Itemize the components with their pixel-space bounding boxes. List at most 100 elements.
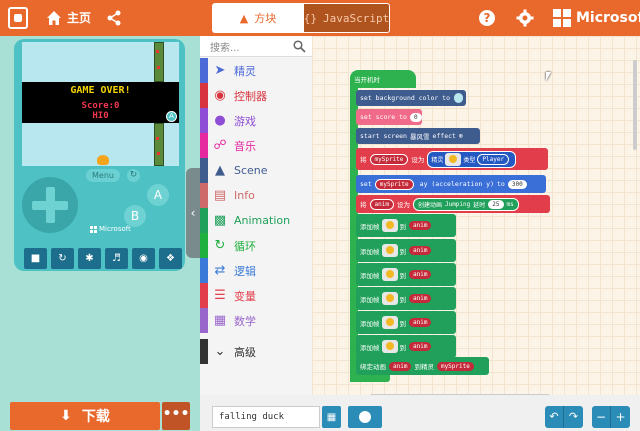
frame-image-icon[interactable] — [381, 292, 398, 305]
home-button[interactable]: 主页 — [46, 9, 91, 26]
category-loops[interactable]: ↻ 循环 — [200, 233, 312, 258]
category-game[interactable]: ● 游戏 — [200, 108, 312, 133]
tree-icon: ▲ — [215, 163, 225, 178]
hi-line: HI0 — [92, 111, 109, 121]
effect-label: effect — [432, 132, 456, 140]
fullscreen-icon[interactable]: ❖ — [159, 248, 182, 269]
stop-icon[interactable]: ■ — [24, 248, 47, 269]
save-icon[interactable]: ▦ — [322, 406, 341, 428]
collapse-simulator-icon[interactable]: ‹ — [186, 168, 200, 258]
category-label: Animation — [234, 214, 291, 227]
restart-icon[interactable]: ↻ — [51, 248, 74, 269]
project-name-input[interactable]: falling duck — [212, 406, 320, 428]
var-dropdown[interactable]: mySprite — [374, 178, 414, 190]
sprite-reporter[interactable]: 精灵 类型 Player — [427, 150, 517, 168]
workspace-vertical-scrollbar[interactable] — [633, 60, 637, 150]
score-value[interactable]: 0 — [409, 112, 422, 122]
device-reset-icon[interactable]: ↻ — [127, 169, 140, 182]
more-button[interactable]: ••• — [162, 402, 190, 430]
attach-animation-block[interactable]: 绑定动画 anim 到精灵 mySprite — [356, 357, 489, 375]
zoom-in-icon[interactable]: + — [611, 406, 630, 428]
volume-icon[interactable]: ♬ — [105, 248, 128, 269]
set-background-block[interactable]: set background color to — [356, 90, 466, 106]
toolbox-search-input[interactable]: 搜索... — [200, 36, 312, 57]
debug-icon[interactable]: ✱ — [78, 248, 101, 269]
anim-dropdown[interactable]: anim — [409, 246, 432, 255]
var-dropdown[interactable]: anim — [369, 198, 394, 210]
tab-javascript[interactable]: {} JavaScript — [304, 3, 390, 33]
frame-image-icon[interactable] — [381, 244, 398, 257]
category-variables[interactable]: ☰ 变量 — [200, 283, 312, 308]
add-frame-block[interactable]: 添加帧 到 anim — [356, 311, 456, 334]
anim-dropdown[interactable]: anim — [409, 294, 432, 303]
on-start-block[interactable]: 当开机时 — [350, 70, 416, 88]
set-acceleration-block[interactable]: set mySprite ay (acceleration y) to 300 — [356, 175, 546, 193]
delay-label: 延时 — [473, 201, 486, 209]
delay-value[interactable]: 25 — [488, 199, 504, 209]
press-a-hint: A — [166, 111, 177, 122]
arcade-logo-icon[interactable] — [8, 7, 28, 29]
var-dropdown[interactable]: mySprite — [369, 153, 409, 165]
frame-image-icon[interactable] — [381, 316, 398, 329]
microsoft-logo[interactable]: Microsoft — [553, 9, 640, 27]
category-sprites[interactable]: ➤ 精灵 — [200, 58, 312, 83]
dpad[interactable] — [22, 177, 78, 233]
github-icon[interactable] — [348, 406, 382, 428]
calculator-icon: ▦ — [213, 313, 227, 328]
category-advanced[interactable]: ⌄ 高级 — [200, 339, 312, 364]
kind-dropdown[interactable]: Player — [477, 153, 510, 165]
frame-image-icon[interactable] — [381, 268, 398, 281]
b-button[interactable]: B — [124, 205, 146, 227]
create-anim-label: 创建动画 — [417, 201, 442, 209]
category-music[interactable]: ☍ 音乐 — [200, 133, 312, 158]
category-math[interactable]: ▦ 数学 — [200, 308, 312, 333]
category-animation[interactable]: ▩ Animation — [200, 208, 312, 233]
action-dropdown[interactable]: Jumping — [445, 201, 470, 208]
a-button[interactable]: A — [147, 184, 169, 206]
gear-icon[interactable] — [516, 9, 534, 27]
menu-button[interactable]: Menu — [86, 169, 120, 182]
game-screen[interactable]: GAME OVER! Score:0 HI0 A — [22, 42, 179, 166]
category-scene[interactable]: ▲ Scene — [200, 158, 312, 183]
share-icon[interactable] — [106, 10, 122, 26]
anim-dropdown[interactable]: anim — [409, 318, 432, 327]
screenshot-icon[interactable]: ◉ — [132, 248, 155, 269]
anim-dropdown[interactable]: anim — [409, 270, 432, 279]
create-animation-block[interactable]: 将 anim 设为 创建动画 Jumping 延时 25 ms — [356, 195, 550, 213]
help-button[interactable]: ? — [479, 10, 495, 26]
duck-image-icon[interactable] — [445, 152, 462, 166]
anim-dropdown[interactable]: anim — [409, 342, 432, 351]
category-logic[interactable]: ⇄ 逻辑 — [200, 258, 312, 283]
start-screen-label: start screen — [360, 132, 407, 140]
tab-blocks[interactable]: ▲ 方块 — [212, 3, 304, 33]
add-frame-block[interactable]: 添加帧 到 anim — [356, 214, 456, 237]
circle-icon: ● — [214, 113, 226, 128]
device-brand: Microsoft — [90, 225, 131, 233]
anim-dropdown[interactable]: anim — [389, 361, 412, 371]
frame-image-icon[interactable] — [381, 340, 398, 353]
animation-reporter[interactable]: 创建动画 Jumping 延时 25 ms — [412, 197, 519, 211]
zoom-out-icon[interactable]: − — [592, 406, 611, 428]
to-label: 到 — [399, 222, 407, 231]
color-swatch[interactable] — [454, 93, 463, 103]
simulator-controls: ■ ↻ ✱ ♬ ◉ ❖ — [24, 248, 182, 269]
accel-value[interactable]: 300 — [507, 179, 527, 189]
add-frame-block[interactable]: 添加帧 到 anim — [356, 287, 456, 310]
redo-icon[interactable]: ↷ — [564, 406, 583, 428]
frame-image-icon[interactable] — [381, 219, 398, 232]
property-dropdown[interactable]: ay (acceleration y) — [420, 180, 494, 188]
set-sprite-block[interactable]: 将 mySprite 设为 精灵 类型 Player — [356, 148, 548, 170]
add-frame-block[interactable]: 添加帧 到 anim — [356, 335, 456, 358]
category-info[interactable]: ▤ Info — [200, 183, 312, 208]
add-icon[interactable]: ⊕ — [459, 132, 463, 140]
download-button[interactable]: ⬇ 下载 — [10, 402, 160, 430]
sprite-dropdown[interactable]: mySprite — [436, 361, 474, 371]
add-frame-block[interactable]: 添加帧 到 anim — [356, 239, 456, 262]
effect-dropdown[interactable]: 暴风雪 — [410, 131, 430, 141]
start-screen-effect-block[interactable]: start screen 暴风雪 effect ⊕ — [356, 128, 480, 144]
category-controller[interactable]: ◉ 控制器 — [200, 83, 312, 108]
add-frame-block[interactable]: 添加帧 到 anim — [356, 263, 456, 286]
anim-dropdown[interactable]: anim — [409, 221, 432, 230]
set-score-block[interactable]: set score to 0 — [356, 109, 422, 125]
undo-icon[interactable]: ↶ — [545, 406, 564, 428]
